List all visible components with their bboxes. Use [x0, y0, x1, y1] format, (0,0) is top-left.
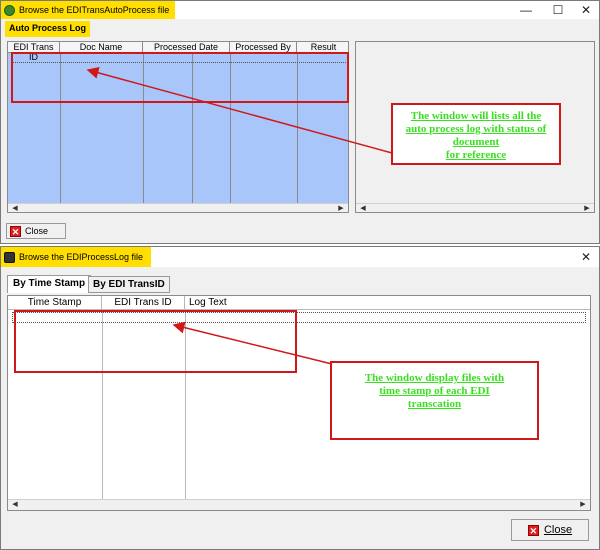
- horizontal-scrollbar[interactable]: ◀ ▶: [8, 203, 348, 212]
- callout-line: for reference: [445, 149, 507, 161]
- column-header[interactable]: Doc Name: [60, 42, 143, 52]
- scroll-left-icon[interactable]: ◀: [8, 204, 22, 212]
- column-header[interactable]: EDI Trans ID: [102, 296, 185, 309]
- titlebar: Browse the EDIProcessLog file ✕: [1, 247, 599, 267]
- column-header[interactable]: Processed By: [230, 42, 297, 52]
- window-title: Browse the EDITransAutoProcess file: [19, 5, 170, 15]
- highlight-box: [11, 52, 349, 103]
- close-x-icon: ✕: [10, 225, 21, 237]
- column-header[interactable]: Result: [297, 42, 348, 52]
- app-icon: [4, 251, 15, 263]
- scroll-right-icon[interactable]: ▶: [334, 204, 348, 212]
- maximize-icon[interactable]: ☐: [543, 1, 573, 19]
- close-button[interactable]: ✕ Close: [511, 519, 589, 541]
- callout-line: document: [452, 136, 500, 148]
- column-header[interactable]: Processed Date: [143, 42, 230, 52]
- callout-line: The window display files with: [364, 372, 505, 384]
- scroll-left-icon[interactable]: ◀: [8, 500, 22, 510]
- column-header[interactable]: Time Stamp: [8, 296, 102, 309]
- scroll-right-icon[interactable]: ▶: [580, 204, 594, 212]
- close-button-label: Close: [543, 524, 573, 536]
- callout-line: transcation: [407, 398, 462, 410]
- close-icon[interactable]: ✕: [571, 247, 600, 267]
- window-title: Browse the EDIProcessLog file: [19, 252, 144, 262]
- horizontal-scrollbar[interactable]: ◀ ▶: [356, 203, 594, 212]
- titlebar: Browse the EDITransAutoProcess file — ☐ …: [1, 1, 599, 19]
- column-header[interactable]: EDI Trans ID: [8, 42, 60, 62]
- close-x-icon: ✕: [527, 524, 539, 536]
- scroll-left-icon[interactable]: ◀: [356, 204, 370, 212]
- scroll-right-icon[interactable]: ▶: [576, 500, 590, 510]
- horizontal-scrollbar[interactable]: ◀ ▶: [8, 499, 590, 510]
- minimize-icon[interactable]: —: [511, 1, 541, 19]
- close-button-label: Close: [25, 226, 49, 236]
- tab-by-edi-transid[interactable]: By EDI TransID: [88, 276, 170, 293]
- callout-line: auto process log with status of: [405, 123, 547, 135]
- close-button[interactable]: ✕ Close: [6, 223, 66, 239]
- title-highlight: Browse the EDIProcessLog file: [1, 247, 152, 267]
- callout-line: time stamp of each EDI: [379, 385, 490, 397]
- tab-auto-process-log[interactable]: Auto Process Log: [5, 21, 91, 37]
- callout-line: The window will lists all the: [410, 110, 542, 122]
- column-header[interactable]: Log Text: [185, 296, 245, 309]
- callout-process-log: The window display files with time stamp…: [330, 361, 539, 440]
- highlight-box: [14, 310, 297, 373]
- app-icon: [4, 4, 15, 16]
- callout-auto-process: The window will lists all the auto proce…: [391, 103, 561, 165]
- tab-by-time-stamp[interactable]: By Time Stamp: [7, 275, 92, 293]
- grid-header: Time Stamp EDI Trans ID Log Text: [8, 296, 590, 310]
- title-highlight: Browse the EDITransAutoProcess file: [1, 1, 176, 19]
- close-icon[interactable]: ✕: [571, 1, 600, 19]
